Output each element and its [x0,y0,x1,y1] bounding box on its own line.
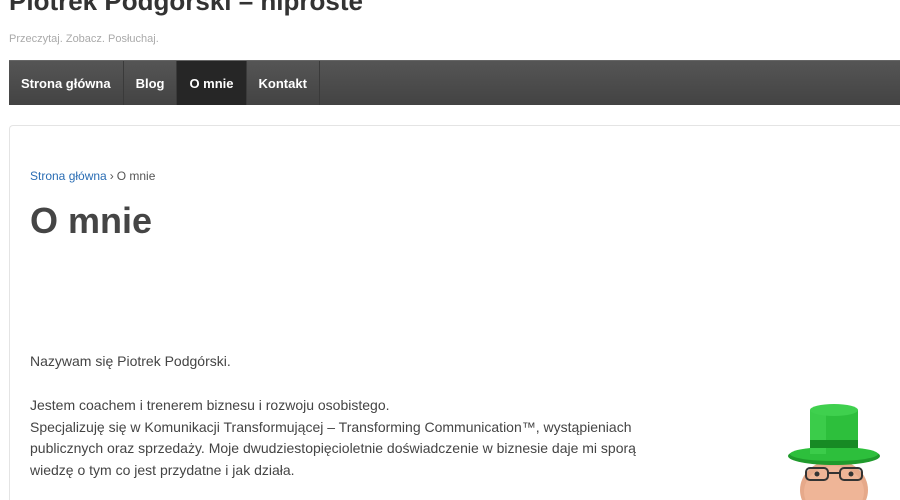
intro-paragraph: Nazywam się Piotrek Podgórski. [30,353,231,369]
main-navigation: Strona główna Blog O mnie Kontakt [9,60,900,105]
breadcrumb-current: O mnie [116,169,156,183]
bio-line-coach: Jestem coachem i trenerem biznesu i rozw… [30,397,390,413]
author-photo-green-hat [786,400,886,500]
avatar-illustration [788,404,880,500]
site-tagline: Przeczytaj. Zobacz. Posłuchaj. [9,33,159,45]
site-title[interactable]: Piotrek Podgórski – hiproste [9,0,363,17]
bio-line-specialization: Specjalizuję się w Komunikacji Transform… [30,418,636,478]
breadcrumb: Strona główna › O mnie [30,169,155,183]
nav-item-blog[interactable]: Blog [124,61,178,105]
nav-item-about[interactable]: O mnie [177,61,247,105]
nav-item-contact[interactable]: Kontakt [247,61,320,105]
page-title: O mnie [30,200,153,241]
breadcrumb-home-link[interactable]: Strona główna [30,169,107,183]
nav-item-home[interactable]: Strona główna [9,61,124,105]
breadcrumb-separator: › [109,169,114,183]
bio-paragraph: Jestem coachem i trenerem biznesu i rozw… [30,395,655,481]
